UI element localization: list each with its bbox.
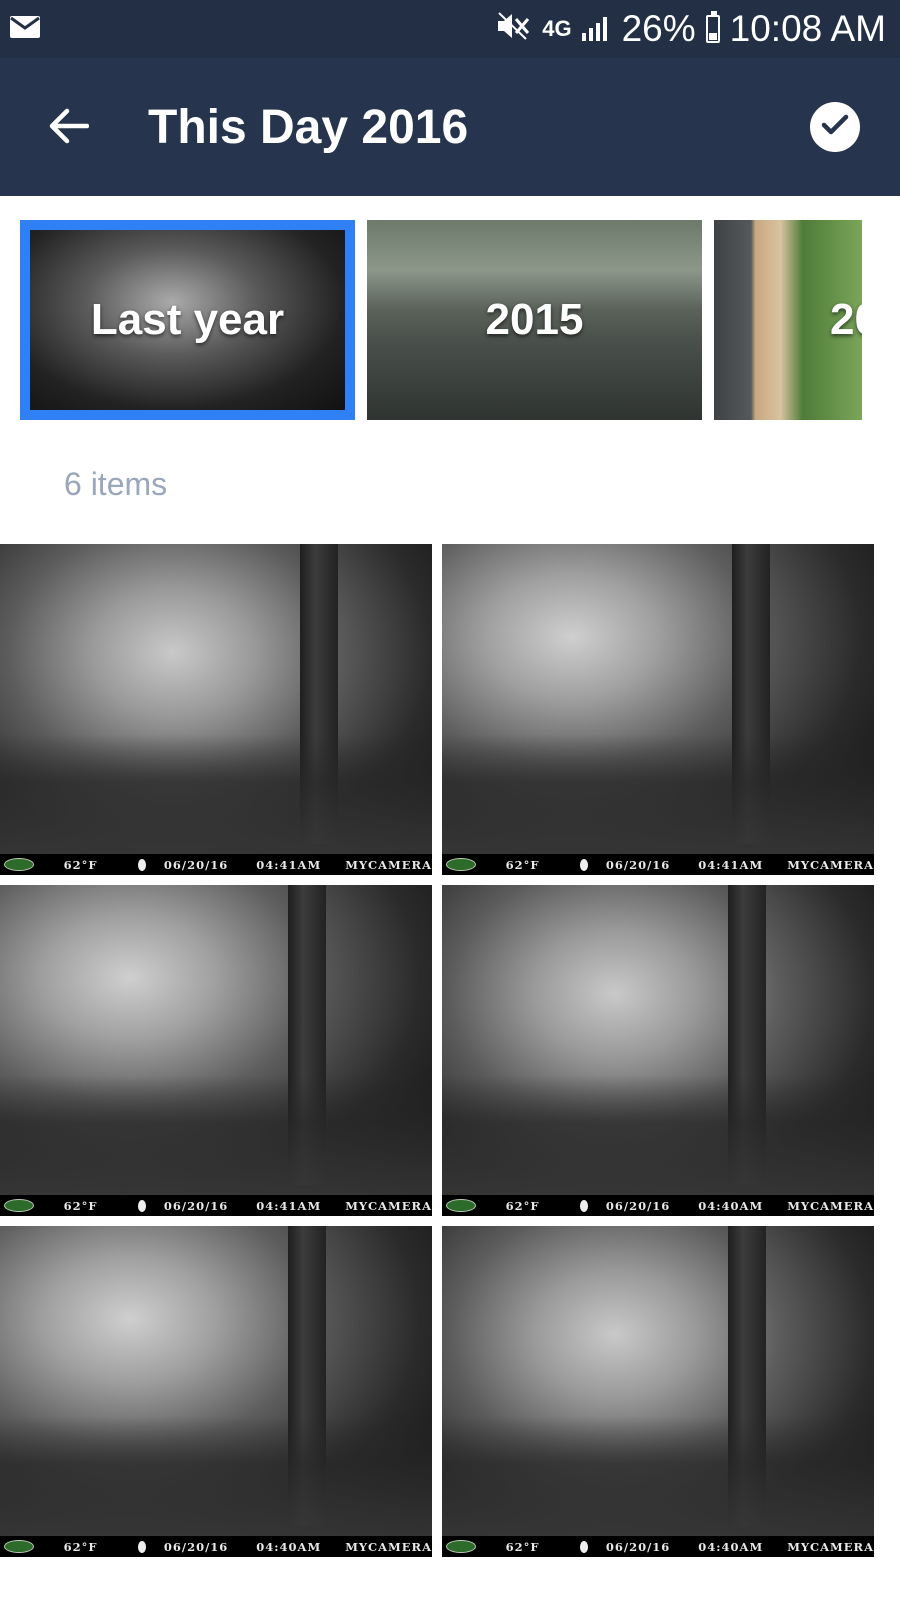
photo-thumbnail[interactable]: 62°F 06/20/16 04:40AM MYCAMERA — [442, 885, 874, 1216]
photo-temp: 62°F — [505, 857, 540, 872]
moon-phase-icon — [579, 858, 588, 871]
mute-icon — [496, 8, 532, 50]
photo-time: 04:40AM — [256, 1539, 322, 1554]
photo-time: 04:40AM — [698, 1539, 764, 1554]
camera-logo-icon — [446, 858, 476, 871]
photo-date: 06/20/16 — [163, 857, 229, 872]
photo-time: 04:41AM — [698, 857, 764, 872]
photo-time: 04:41AM — [256, 1198, 322, 1213]
photo-caption: 62°F 06/20/16 04:40AM MYCAMERA — [442, 1536, 874, 1557]
photo-thumbnail[interactable]: 62°F 06/20/16 04:40AM MYCAMERA — [0, 1226, 432, 1557]
photo-camera-name: MYCAMERA — [345, 1198, 432, 1213]
photo-temp: 62°F — [63, 1539, 98, 1554]
4g-lte-icon: 4G — [542, 16, 572, 41]
photo-thumbnail[interactable]: 62°F 06/20/16 04:41AM MYCAMERA — [0, 544, 432, 875]
app-bar: This Day 2016 — [0, 58, 900, 196]
photo-camera-name: MYCAMERA — [787, 1198, 874, 1213]
moon-phase-icon — [579, 1540, 588, 1553]
photo-date: 06/20/16 — [605, 1198, 671, 1213]
photo-temp: 62°F — [63, 1198, 98, 1213]
photo-thumbnail[interactable]: 62°F 06/20/16 04:41AM MYCAMERA — [442, 544, 874, 875]
tab-label: Last year — [90, 295, 285, 344]
camera-logo-icon — [4, 858, 34, 871]
camera-logo-icon — [4, 1540, 34, 1553]
camera-logo-icon — [446, 1540, 476, 1553]
mail-icon — [10, 16, 40, 43]
photo-camera-name: MYCAMERA — [345, 1539, 432, 1554]
moon-phase-icon — [579, 1199, 588, 1212]
status-bar: 4G 26% 10:08 AM — [0, 0, 900, 58]
photo-time: 04:41AM — [256, 857, 322, 872]
photo-ground — [0, 1075, 432, 1195]
photo-date: 06/20/16 — [163, 1539, 229, 1554]
camera-logo-icon — [4, 1199, 34, 1212]
photo-date: 06/20/16 — [605, 1539, 671, 1554]
moon-phase-icon — [137, 1540, 146, 1553]
photo-camera-name: MYCAMERA — [787, 857, 874, 872]
photo-thumbnail[interactable]: 62°F 06/20/16 04:41AM MYCAMERA — [0, 885, 432, 1216]
moon-phase-icon — [137, 858, 146, 871]
photo-ground — [442, 1075, 874, 1195]
photo-camera-name: MYCAMERA — [345, 857, 432, 872]
photo-date: 06/20/16 — [163, 1198, 229, 1213]
photo-caption: 62°F 06/20/16 04:41AM MYCAMERA — [442, 854, 874, 875]
items-count: 6 items — [64, 466, 168, 502]
photo-ground — [0, 734, 432, 854]
tab-label: 2015 — [485, 295, 584, 344]
photo-caption: 62°F 06/20/16 04:40AM MYCAMERA — [442, 1195, 874, 1216]
photo-temp: 62°F — [63, 857, 98, 872]
photo-temp: 62°F — [505, 1539, 540, 1554]
back-arrow-icon — [47, 108, 90, 149]
photo-ground — [442, 734, 874, 854]
battery-percent: 26% — [621, 8, 696, 49]
photo-caption: 62°F 06/20/16 04:41AM MYCAMERA — [0, 1195, 432, 1216]
tab-last-year[interactable]: Last year — [20, 220, 355, 420]
moon-phase-icon — [137, 1199, 146, 1212]
photo-ground — [0, 1416, 432, 1536]
status-time: 10:08 AM — [729, 8, 886, 49]
tab-label: 2014 — [830, 295, 862, 344]
camera-logo-icon — [446, 1199, 476, 1212]
done-button[interactable] — [810, 102, 860, 152]
photo-date: 06/20/16 — [605, 857, 671, 872]
photo-thumbnail[interactable]: 62°F 06/20/16 04:40AM MYCAMERA — [442, 1226, 874, 1557]
check-circle-icon — [820, 113, 850, 142]
photo-camera-name: MYCAMERA — [787, 1539, 874, 1554]
tab-2015[interactable]: 2015 — [367, 220, 702, 420]
photo-ground — [442, 1416, 874, 1536]
back-button[interactable] — [38, 98, 98, 158]
photo-caption: 62°F 06/20/16 04:40AM MYCAMERA — [0, 1536, 432, 1557]
year-tabs: Last year 2015 2014 — [0, 210, 900, 430]
photo-caption: 62°F 06/20/16 04:41AM MYCAMERA — [0, 854, 432, 875]
tab-2014[interactable]: 2014 — [714, 220, 862, 420]
signal-icon — [581, 8, 612, 50]
photo-temp: 62°F — [505, 1198, 540, 1213]
battery-icon — [705, 11, 720, 43]
photo-time: 04:40AM — [698, 1198, 764, 1213]
page-title: This Day 2016 — [148, 101, 469, 154]
